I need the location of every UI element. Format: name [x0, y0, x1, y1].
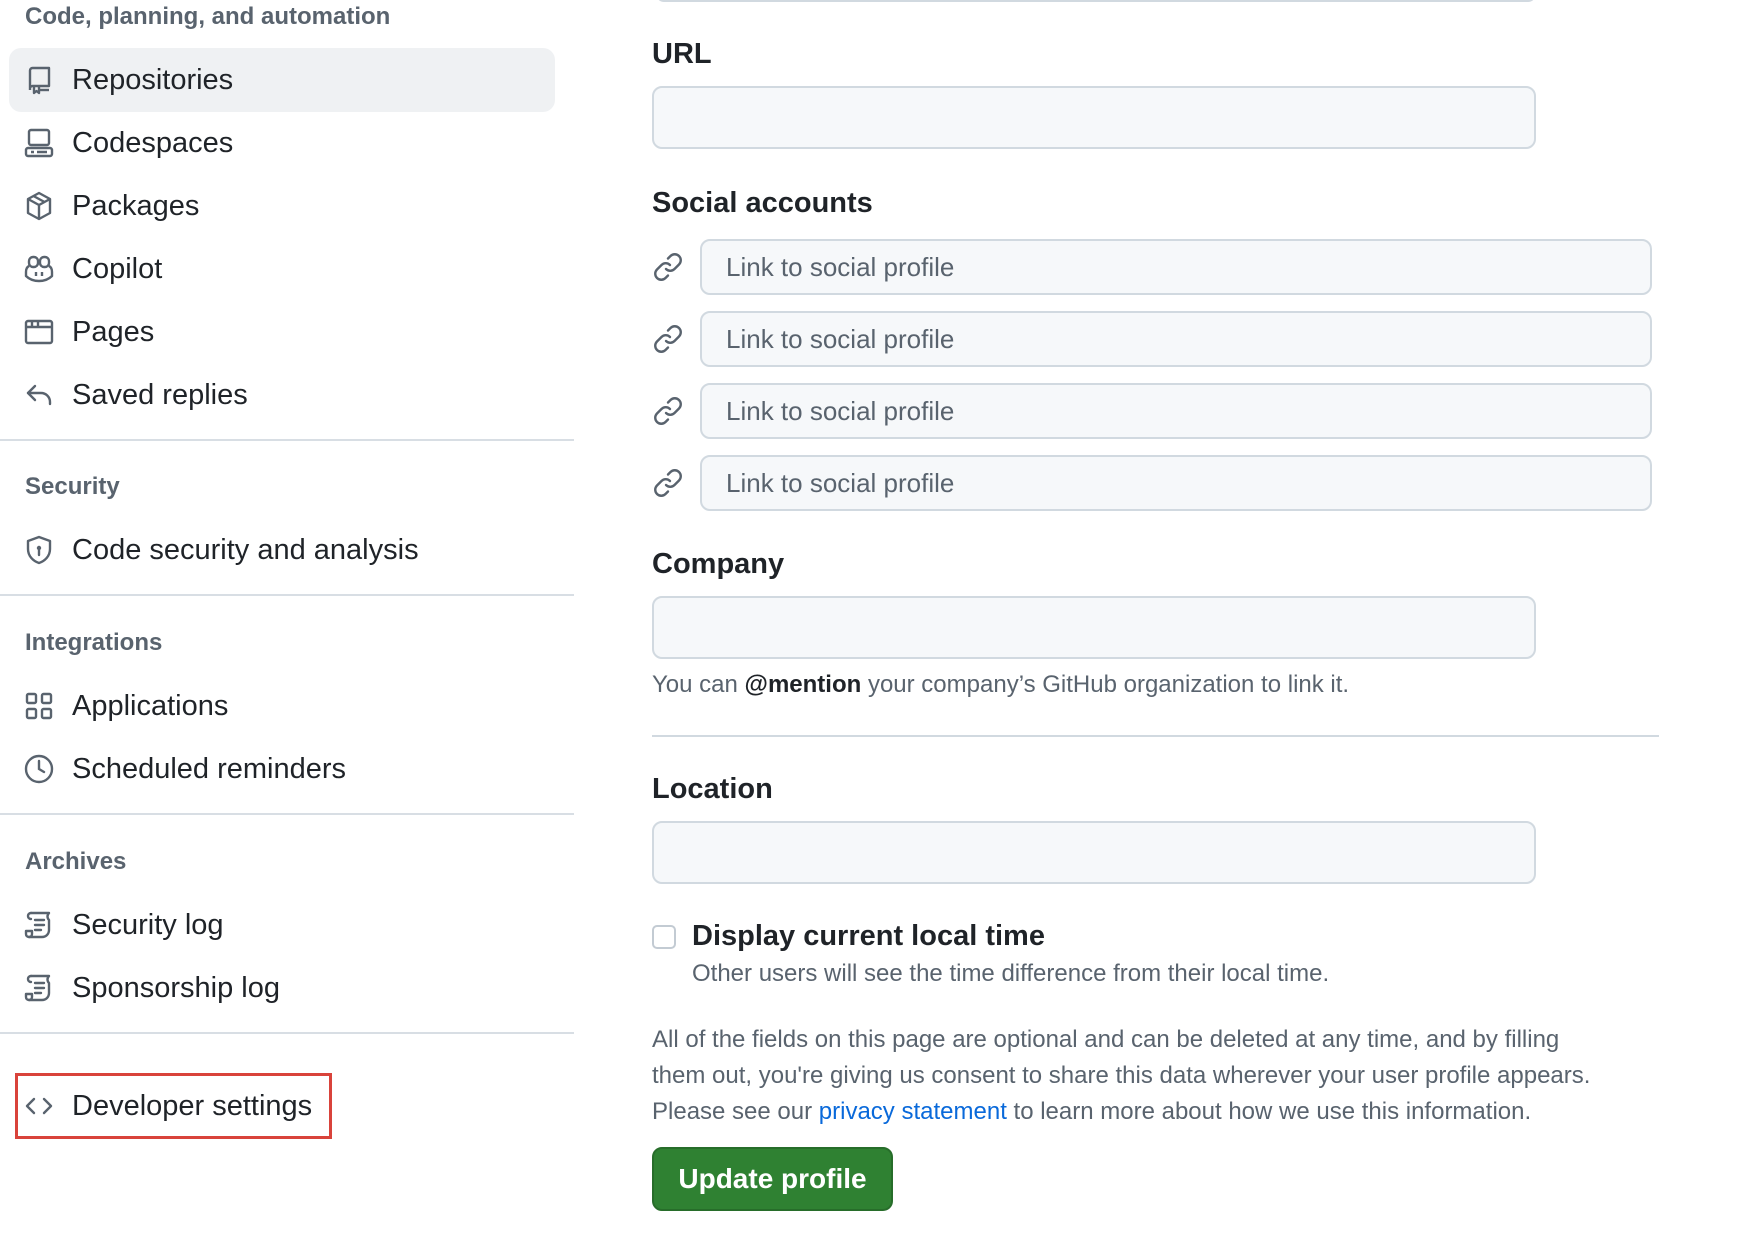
- sidebar-item-label: Pages: [72, 316, 155, 348]
- sidebar-item-saved-replies[interactable]: Saved replies: [9, 363, 555, 427]
- log-icon: [23, 909, 55, 941]
- reply-icon: [23, 379, 55, 411]
- location-label: Location: [652, 773, 773, 805]
- update-profile-button[interactable]: Update profile: [652, 1147, 893, 1211]
- sidebar-item-sponsorship-log[interactable]: Sponsorship log: [9, 956, 555, 1020]
- local-time-checkbox[interactable]: [652, 925, 676, 949]
- link-icon: [652, 395, 684, 427]
- package-icon: [23, 190, 55, 222]
- company-help-prefix: You can: [652, 671, 738, 698]
- social-accounts-label: Social accounts: [652, 187, 873, 219]
- sidebar-item-label: Code security and analysis: [72, 534, 419, 566]
- sidebar-divider: [0, 594, 574, 596]
- sidebar-item-label: Copilot: [72, 253, 163, 285]
- sidebar-item-label: Scheduled reminders: [72, 753, 347, 785]
- privacy-notice-line-3: Please see our privacy statement to lear…: [652, 1094, 1672, 1130]
- social-account-input-2[interactable]: [700, 311, 1652, 367]
- log-icon: [23, 972, 55, 1004]
- developer-settings-highlight: [15, 1073, 332, 1139]
- sidebar-item-label: Repositories: [72, 64, 234, 96]
- shield-lock-icon: [23, 534, 55, 566]
- link-icon: [652, 467, 684, 499]
- copilot-icon: [23, 253, 55, 285]
- section-heading-code-planning: Code, planning, and automation: [25, 3, 391, 30]
- privacy-notice: All of the fields on this page are optio…: [652, 1022, 1672, 1130]
- social-account-row: [652, 455, 1652, 511]
- company-input[interactable]: [652, 596, 1536, 659]
- sidebar-item-codespaces[interactable]: Codespaces: [9, 111, 555, 175]
- url-input[interactable]: [652, 86, 1536, 149]
- local-time-note: Other users will see the time difference…: [692, 960, 1330, 987]
- social-account-row: [652, 311, 1652, 367]
- privacy-notice-line-2: them out, you're giving us consent to sh…: [652, 1062, 1591, 1089]
- url-label: URL: [652, 38, 712, 70]
- sidebar-item-repositories[interactable]: Repositories: [9, 48, 555, 112]
- section-heading-archives: Archives: [25, 848, 127, 875]
- sidebar-item-label: Applications: [72, 690, 229, 722]
- company-label: Company: [652, 548, 785, 580]
- social-account-input-4[interactable]: [700, 455, 1652, 511]
- local-time-label: Display current local time: [692, 920, 1045, 952]
- privacy-notice-line-1: All of the fields on this page are optio…: [652, 1026, 1560, 1053]
- social-account-input-3[interactable]: [700, 383, 1652, 439]
- company-help-mention: @mention: [744, 671, 862, 698]
- sidebar-item-label: Security log: [72, 909, 224, 941]
- company-help-text: You can @mention your company’s GitHub o…: [652, 669, 1349, 701]
- sidebar-item-scheduled-reminders[interactable]: Scheduled reminders: [9, 737, 555, 801]
- social-account-row: [652, 239, 1652, 295]
- social-account-row: [652, 383, 1652, 439]
- browser-icon: [23, 316, 55, 348]
- social-account-input-1[interactable]: [700, 239, 1652, 295]
- section-heading-security: Security: [25, 473, 120, 500]
- previous-field-edge: [656, 0, 1536, 2]
- sidebar-item-applications[interactable]: Applications: [9, 674, 555, 738]
- sidebar-item-security-log[interactable]: Security log: [9, 893, 555, 957]
- privacy-statement-link[interactable]: privacy statement: [819, 1098, 1007, 1125]
- sidebar-item-label: Sponsorship log: [72, 972, 280, 1004]
- sidebar-item-label: Packages: [72, 190, 200, 222]
- company-help-suffix: your company’s GitHub organization to li…: [867, 671, 1350, 698]
- section-heading-integrations: Integrations: [25, 629, 163, 656]
- settings-sidebar: Code, planning, and automation Repositor…: [0, 0, 574, 1234]
- profile-form: URL Social accounts Link to social profi…: [652, 0, 1762, 1234]
- clock-icon: [23, 753, 55, 785]
- link-icon: [652, 323, 684, 355]
- privacy-notice-prefix: Please see our: [652, 1098, 813, 1125]
- privacy-notice-suffix: to learn more about how we use this info…: [1013, 1098, 1532, 1125]
- sidebar-item-label: Saved replies: [72, 379, 248, 411]
- sidebar-divider: [0, 1032, 574, 1034]
- sidebar-item-pages[interactable]: Pages: [9, 300, 555, 364]
- link-icon: [652, 251, 684, 283]
- sidebar-item-label: Codespaces: [72, 127, 234, 159]
- sidebar-item-copilot[interactable]: Copilot: [9, 237, 555, 301]
- sidebar-item-code-security[interactable]: Code security and analysis: [9, 518, 555, 582]
- location-input[interactable]: [652, 821, 1536, 884]
- codespaces-icon: [23, 127, 55, 159]
- sidebar-item-packages[interactable]: Packages: [9, 174, 555, 238]
- apps-icon: [23, 690, 55, 722]
- form-divider: [652, 735, 1659, 737]
- sidebar-divider: [0, 813, 574, 815]
- repo-icon: [23, 64, 55, 96]
- sidebar-divider: [0, 439, 574, 441]
